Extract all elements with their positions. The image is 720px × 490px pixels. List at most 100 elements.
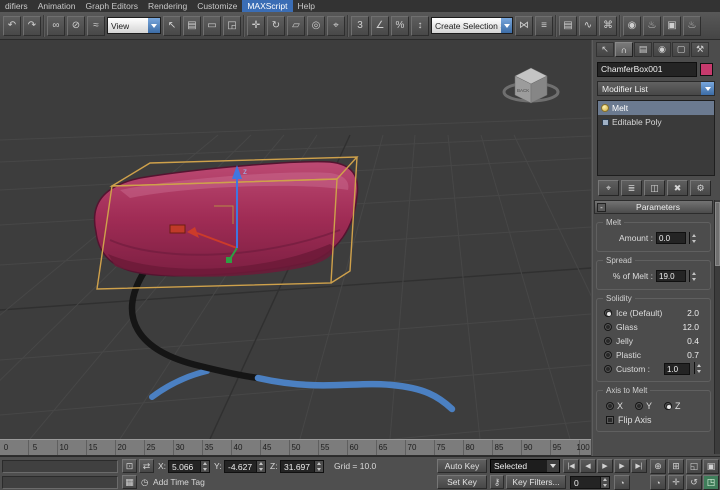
z-coordinate-field[interactable]: 31.697 [280,460,324,473]
remove-modifier-icon[interactable]: ✖ [667,180,688,196]
current-frame-field[interactable]: 0 [570,476,610,489]
viewcube-face-label[interactable]: BACK [517,88,529,93]
x-coordinate-field[interactable]: 5.066 [168,460,210,473]
select-and-scale-icon[interactable]: ▱ [287,16,305,36]
layer-manager-icon[interactable]: ▤ [559,16,577,36]
menu-item-rendering[interactable]: Rendering [143,0,192,12]
redo-icon[interactable]: ↷ [23,16,41,36]
select-object-icon[interactable]: ↖ [163,16,181,36]
curve-editor-icon[interactable]: ∿ [579,16,597,36]
spinner-arrows[interactable] [600,477,609,488]
select-and-manipulate-icon[interactable]: ⌖ [327,16,345,36]
use-pivot-center-icon[interactable]: ◎ [307,16,325,36]
go-to-end-button[interactable]: ▶| [631,459,647,473]
align-icon[interactable]: ≡ [535,16,553,36]
timeline-tick[interactable]: 80 [466,443,475,452]
timeline-tick[interactable]: 90 [524,443,533,452]
time-tag-icon[interactable]: ▦ [122,475,137,489]
tab-modify-icon[interactable]: ∩ [615,42,633,57]
undo-icon[interactable]: ↶ [3,16,21,36]
viewport-canvas[interactable]: z BACK [0,40,591,439]
timeline-tick[interactable]: 75 [437,443,446,452]
add-time-tag[interactable]: Add Time Tag [153,477,205,487]
menu-item-help[interactable]: Help [293,0,320,12]
select-and-move-icon[interactable]: ✛ [247,16,265,36]
dropdown-arrow-icon[interactable] [547,460,559,472]
object-name-field[interactable]: ChamferBox001 [597,62,697,77]
spinner-arrows[interactable] [314,461,323,472]
unlink-selection-icon[interactable]: ⊘ [67,16,85,36]
configure-modifier-sets-icon[interactable]: ⚙ [690,180,711,196]
radio-custom[interactable] [604,365,612,373]
timeline-tick[interactable]: 30 [176,443,185,452]
tab-motion-icon[interactable]: ◉ [653,42,671,57]
zoom-extents-all-icon[interactable]: ▣ [703,459,719,474]
make-unique-icon[interactable]: ◫ [644,180,665,196]
set-key-button[interactable]: Set Key [437,475,487,489]
spinner-arrows[interactable] [200,461,209,472]
scrollbar-thumb[interactable] [715,202,720,266]
maximize-viewport-toggle-icon[interactable]: ◳ [703,475,719,490]
percent-snap-icon[interactable]: % [391,16,409,36]
time-configuration-icon[interactable]: ◔ [614,475,630,490]
radio-axis-x[interactable] [606,402,614,410]
key-selection-set-dropdown[interactable]: Selected [490,459,560,473]
field-of-view-icon[interactable]: ◔ [650,475,666,490]
tab-hierarchy-icon[interactable]: ▤ [634,42,652,57]
dropdown-arrow-icon[interactable] [701,82,714,95]
quick-render-icon[interactable]: ♨ [683,16,701,36]
menu-item-modifiers[interactable]: difiers [0,0,33,12]
spinner-arrows[interactable] [694,362,703,374]
timeline-tick[interactable]: 15 [89,443,98,452]
y-coordinate-field[interactable]: -4.627 [224,460,266,473]
custom-solidity-field[interactable]: 1.0 [664,363,690,375]
stack-item-editable-poly[interactable]: Editable Poly [598,115,714,129]
object-color-swatch[interactable] [700,63,713,76]
next-frame-button[interactable]: ▶ [614,459,630,473]
timeline-tick[interactable]: 70 [408,443,417,452]
pin-stack-icon[interactable]: ⌖ [598,180,619,196]
material-editor-icon[interactable]: ◉ [623,16,641,36]
timeline-tick[interactable]: 60 [350,443,359,452]
window-crossing-icon[interactable]: ◲ [223,16,241,36]
custom-label[interactable]: Custom : [616,364,650,374]
amount-field[interactable]: 0.0 [656,232,686,244]
pan-view-icon[interactable]: ✛ [668,475,684,490]
spinner-arrows[interactable] [689,232,698,244]
timeline-tick[interactable]: 55 [321,443,330,452]
bind-to-space-warp-icon[interactable]: ≈ [87,16,105,36]
orbit-view-icon[interactable]: ↺ [686,475,702,490]
perspective-viewport[interactable]: z BACK [0,40,591,439]
timeline-tick[interactable]: 0 [4,443,8,452]
schematic-view-icon[interactable]: ⌘ [599,16,617,36]
set-keys-key-icon[interactable]: ⚷ [490,475,504,489]
radio-axis-z[interactable] [664,402,672,410]
track-bar[interactable]: 0 5 10 15 20 25 30 35 40 45 50 55 60 65 … [0,439,591,456]
reference-coordinate-dropdown[interactable]: View [107,17,161,34]
timeline-tick[interactable]: 95 [553,443,562,452]
radio-plastic[interactable] [604,351,612,359]
timeline-tick[interactable]: 45 [263,443,272,452]
previous-frame-button[interactable]: ◀ [580,459,596,473]
percent-of-melt-field[interactable]: 19.0 [656,270,686,282]
axis-z-label[interactable]: Z [675,401,681,411]
tab-create-icon[interactable]: ↖ [596,42,614,57]
named-selection-set-dropdown[interactable]: Create Selection Se [431,17,513,34]
menu-item-maxscript[interactable]: MAXScript [242,0,292,12]
timeline-tick[interactable]: 85 [495,443,504,452]
stack-item-melt[interactable]: Melt [598,101,714,115]
timeline-tick[interactable]: 25 [147,443,156,452]
plastic-label[interactable]: Plastic [616,350,641,360]
modifier-list-dropdown[interactable]: Modifier List [597,81,715,96]
timeline-tick[interactable]: 50 [292,443,301,452]
play-animation-button[interactable]: ▶ [597,459,613,473]
rollout-collapse-icon[interactable]: - [597,203,606,212]
panel-scrollbar[interactable] [714,200,720,454]
timeline-tick[interactable]: 65 [379,443,388,452]
timeline-tick[interactable]: 35 [205,443,214,452]
radio-glass[interactable] [604,323,612,331]
timeline-tick[interactable]: 20 [118,443,127,452]
spinner-arrows[interactable] [689,270,698,282]
jelly-label[interactable]: Jelly [616,336,633,346]
flip-axis-checkbox[interactable] [606,416,614,424]
